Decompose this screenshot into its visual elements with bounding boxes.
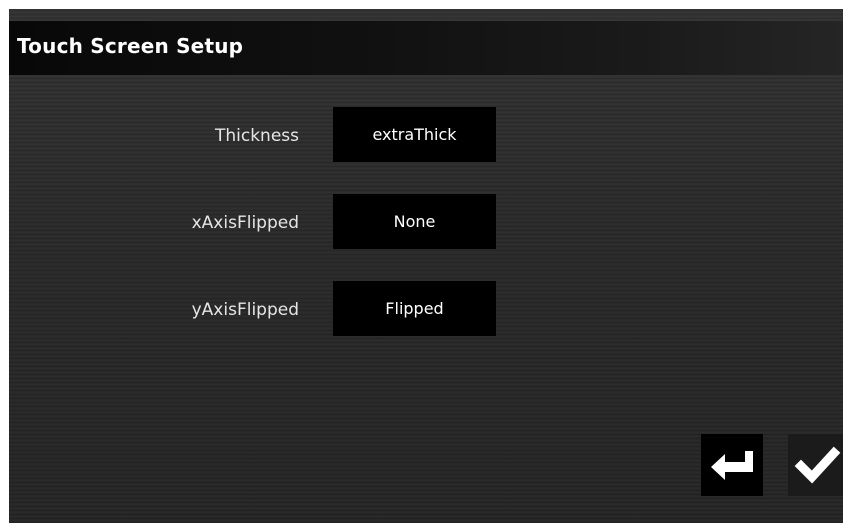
confirm-button[interactable] xyxy=(788,434,843,496)
title-bar: Touch Screen Setup xyxy=(9,21,843,75)
x-axis-flipped-button[interactable]: None xyxy=(333,194,496,249)
thickness-button[interactable]: extraThick xyxy=(333,107,496,162)
return-arrow-icon xyxy=(711,451,753,480)
thickness-label: Thickness xyxy=(214,126,299,146)
x-axis-flipped-label: xAxisFlipped xyxy=(191,213,299,233)
touch-screen-setup-screen: Touch Screen Setup Thickness extraThick … xyxy=(9,9,843,523)
checkmark-icon xyxy=(794,446,841,484)
y-axis-flipped-label: yAxisFlipped xyxy=(191,300,299,320)
back-button[interactable] xyxy=(701,434,763,496)
y-axis-flipped-button[interactable]: Flipped xyxy=(333,281,496,336)
page-title: Touch Screen Setup xyxy=(17,34,244,58)
